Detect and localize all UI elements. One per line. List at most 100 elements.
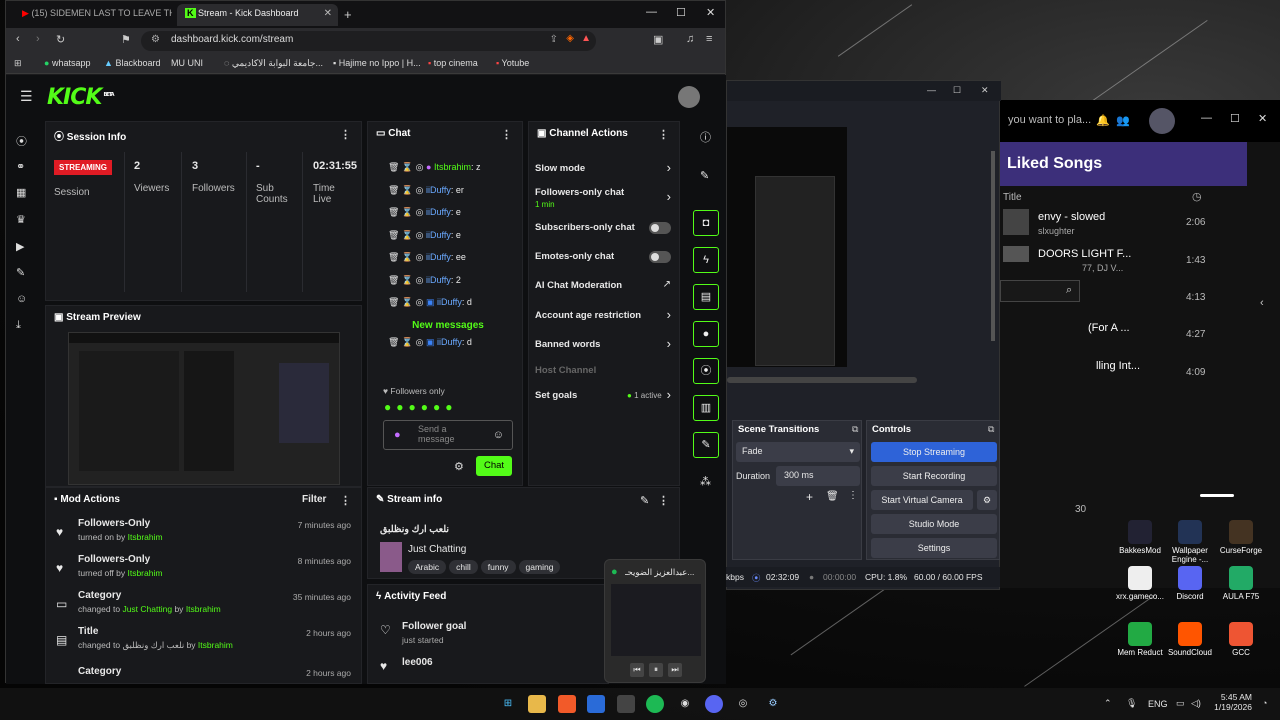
gear-icon[interactable]: ⚙ xyxy=(977,490,997,510)
chevron-right-icon[interactable]: › xyxy=(667,307,671,322)
song-title[interactable]: (For A ... xyxy=(1088,322,1130,334)
set-goals-item[interactable]: Set goals xyxy=(535,390,577,401)
clock[interactable]: 5:45 AM 1/19/2026 xyxy=(1212,692,1252,712)
more-icon[interactable]: ⋮ xyxy=(501,128,512,141)
bookmark-youtube[interactable]: ▪ Yotube xyxy=(496,58,529,68)
broadcast-icon[interactable]: ⦿ xyxy=(693,358,719,384)
music-icon[interactable]: ♫ xyxy=(686,33,694,45)
vertical-scrollbar[interactable] xyxy=(991,151,995,341)
more-icon[interactable]: ⋮ xyxy=(340,494,351,507)
horizontal-scrollbar[interactable] xyxy=(727,377,917,383)
chat-message[interactable]: 🗑 ⌛ ◎ iiDuffy: er xyxy=(388,179,480,202)
start-recording-button[interactable]: Start Recording xyxy=(871,466,997,486)
song-artist[interactable]: slxughter xyxy=(1038,226,1075,236)
friends-icon[interactable]: 👥 xyxy=(1116,114,1130,127)
maximize-icon[interactable]: ☐ xyxy=(953,85,961,96)
external-link-icon[interactable]: ↗ xyxy=(663,279,671,290)
banned-words-item[interactable]: Banned words xyxy=(535,339,600,350)
minimize-icon[interactable]: — xyxy=(646,6,657,18)
url-bar[interactable]: dashboard.kick.com/stream ⚙ ⇪ ◈ ▲ xyxy=(141,31,596,51)
more-widgets-icon[interactable]: ⁂ xyxy=(700,475,711,488)
download-icon[interactable]: ⤓ xyxy=(16,319,21,332)
back-icon[interactable]: ‹ xyxy=(16,33,20,45)
tab-kick[interactable]: K Stream - Kick Dashboard ✕ xyxy=(177,4,338,26)
emoji-icon[interactable]: ☺ xyxy=(493,429,504,441)
next-icon[interactable]: ⏭ xyxy=(668,663,682,677)
link-icon[interactable]: ⚭ xyxy=(16,160,25,173)
minimize-icon[interactable]: — xyxy=(927,85,936,95)
desktop-icon-aula[interactable]: AULA F75 xyxy=(1211,566,1271,601)
chevron-right-icon[interactable]: › xyxy=(667,336,671,351)
new-messages-divider[interactable]: New messages xyxy=(378,320,518,331)
mic-icon[interactable]: 🎙 xyxy=(1126,698,1137,709)
add-icon[interactable]: + xyxy=(806,490,813,504)
notes-icon[interactable]: ▤ xyxy=(693,284,719,310)
bookmark-icon[interactable]: ⚑ xyxy=(121,33,131,46)
tag[interactable]: gaming xyxy=(518,560,561,574)
network-icon[interactable]: ▭ xyxy=(1176,698,1185,709)
category-thumbnail[interactable] xyxy=(380,542,402,572)
dock-icon[interactable]: ⧉ xyxy=(852,424,858,435)
bookmark-top-cinema[interactable]: ▪ top cinema xyxy=(428,58,478,68)
hamburger-icon[interactable]: ☰ xyxy=(20,88,33,105)
ai-moderation-item[interactable]: AI Chat Moderation xyxy=(535,280,622,291)
bell-icon[interactable]: 🔔 xyxy=(1096,114,1110,127)
video-icon[interactable]: ▶ xyxy=(16,240,24,253)
desktop-icon-gcc[interactable]: GCC xyxy=(1211,622,1271,657)
brave-icon[interactable] xyxy=(558,695,576,713)
more-icon[interactable]: ⋮ xyxy=(848,490,858,501)
chat-message[interactable]: 🗑 ⌛ ◎ iiDuffy: e xyxy=(388,224,480,247)
tag[interactable]: Arabic xyxy=(408,560,447,574)
close-tab-icon[interactable]: ✕ xyxy=(324,8,332,19)
volume-icon[interactable]: ◁) xyxy=(1191,698,1201,709)
account-age-item[interactable]: Account age restriction xyxy=(535,310,641,321)
volume-slider[interactable] xyxy=(1200,494,1234,497)
song-title[interactable]: envy - slowed xyxy=(1038,211,1105,223)
edit-icon[interactable]: ✎ xyxy=(700,169,709,182)
close-icon[interactable]: ✕ xyxy=(981,85,989,96)
edit-icon[interactable]: ✎ xyxy=(640,494,649,507)
song-title[interactable]: DOORS LIGHT F... xyxy=(1038,248,1131,260)
bookmark-blackboard[interactable]: ▲ Blackboard xyxy=(104,58,160,68)
rewards-icon[interactable]: ▲ xyxy=(581,33,591,44)
file-explorer-icon[interactable] xyxy=(528,695,546,713)
chat-message[interactable]: 🗑 ⌛ ◎ iiDuffy: 2 xyxy=(388,269,480,292)
discord-icon[interactable] xyxy=(705,695,723,713)
studio-mode-button[interactable]: Studio Mode xyxy=(871,514,997,534)
chat-message[interactable]: 🗑 ⌛ ◎ ▣ iiDuffy: d xyxy=(388,337,472,348)
slow-mode-item[interactable]: Slow mode xyxy=(535,163,585,174)
bookmark-hajime[interactable]: ▪ Hajime no Ippo | H... xyxy=(333,58,421,68)
song-title[interactable]: lling Int... xyxy=(1096,360,1140,372)
bookmark-university[interactable]: ◌ جامعة البوابة الاكاديمي... xyxy=(224,58,323,69)
tab-youtube[interactable]: ▶ (15) SIDEMEN LAST TO LEAVE THE A... xyxy=(14,4,172,26)
filter-button[interactable]: Filter xyxy=(302,494,326,505)
chevron-right-icon[interactable]: › xyxy=(667,387,671,402)
desktop-icon-curseforge[interactable]: CurseForge xyxy=(1211,520,1271,555)
chat-bubble-icon[interactable]: ● xyxy=(693,321,719,347)
sidebar-icon[interactable]: ▣ xyxy=(653,33,663,46)
minimize-icon[interactable]: — xyxy=(1201,112,1212,124)
stream-icon[interactable]: ⦿ xyxy=(16,133,27,149)
song-artist[interactable]: 77, DJ V... xyxy=(1082,263,1123,273)
wrench-icon[interactable]: ✎ xyxy=(16,266,25,279)
reload-icon[interactable]: ↻ xyxy=(56,33,65,46)
wrench-icon[interactable]: ✎ xyxy=(693,432,719,458)
stream-preview-video[interactable] xyxy=(68,332,340,485)
chevron-left-icon[interactable]: ‹ xyxy=(1260,297,1264,309)
category-name[interactable]: Just Chatting xyxy=(408,544,466,555)
chevron-right-icon[interactable]: › xyxy=(667,189,671,204)
media-thumbnail[interactable] xyxy=(611,584,701,656)
settings-button[interactable]: Settings xyxy=(871,538,997,558)
start-icon[interactable]: ⊞ xyxy=(499,695,517,713)
chat-message[interactable]: 🗑 ⌛ ◎ iiDuffy: ee xyxy=(388,246,480,269)
emotes-only-item[interactable]: Emotes-only chat xyxy=(535,251,614,262)
outlook-icon[interactable] xyxy=(587,695,605,713)
emotes-only-toggle[interactable] xyxy=(649,251,671,263)
notification-icon[interactable]: ◔ xyxy=(1262,698,1267,708)
search-icon[interactable]: ⌕ xyxy=(1066,284,1072,297)
chevron-right-icon[interactable]: › xyxy=(667,160,671,175)
more-icon[interactable]: ⋮ xyxy=(658,494,669,507)
pause-icon[interactable]: ⏸ xyxy=(649,663,663,677)
menu-icon[interactable]: ≡ xyxy=(706,33,712,45)
kick-logo[interactable]: KICK BETA xyxy=(47,85,115,110)
